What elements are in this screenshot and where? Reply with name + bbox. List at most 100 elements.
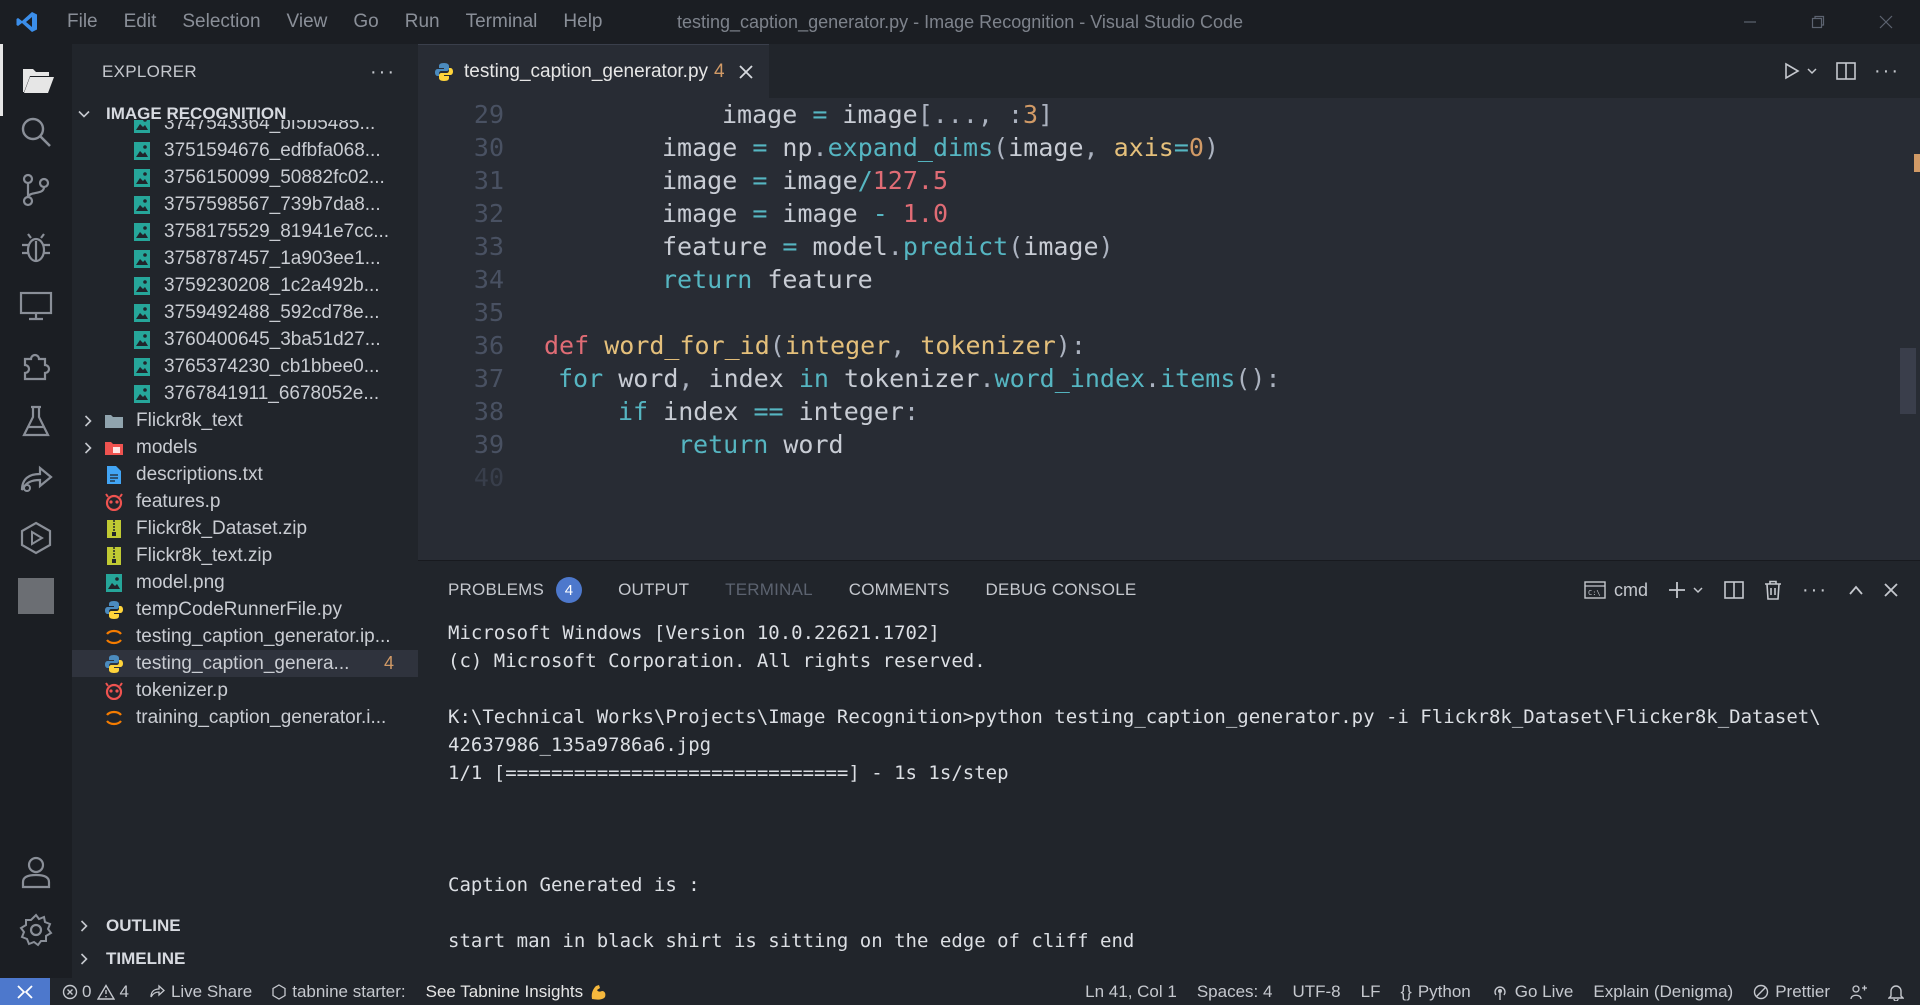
tab-problems[interactable]: PROBLEMS 4 xyxy=(448,577,583,603)
tab-testing-caption-generator[interactable]: testing_caption_generator.py 4 xyxy=(418,44,769,98)
file-item[interactable]: training_caption_generator.i... xyxy=(72,704,418,731)
minimize-button[interactable] xyxy=(1716,0,1784,44)
terminal-shell-selector[interactable]: C:\ cmd xyxy=(1584,580,1648,601)
image-icon xyxy=(132,120,152,134)
go-live-button[interactable]: Go Live xyxy=(1481,982,1584,1002)
file-name: tempCodeRunnerFile.py xyxy=(136,598,342,620)
end-of-line[interactable]: LF xyxy=(1351,982,1391,1002)
folder-item[interactable]: models xyxy=(72,434,418,461)
file-item[interactable]: 3759492488_592cd78e... xyxy=(72,299,418,326)
go-live-label: Go Live xyxy=(1514,981,1574,1001)
encoding[interactable]: UTF-8 xyxy=(1282,982,1350,1002)
status-bar: 0 4 Live Share tabnine starter: See Tabn… xyxy=(0,978,1920,1005)
settings-gear-icon[interactable] xyxy=(0,894,72,966)
image-icon xyxy=(132,222,152,242)
close-panel-icon[interactable] xyxy=(1884,583,1898,597)
braces-icon: {} xyxy=(1400,981,1412,1001)
explain-denigma[interactable]: Explain (Denigma) xyxy=(1583,982,1743,1002)
tabnine-status[interactable]: tabnine starter: xyxy=(262,982,415,1002)
extension-square-icon[interactable] xyxy=(0,560,72,632)
file-name: 3756150099_50882fc02... xyxy=(164,166,385,188)
text-file-icon xyxy=(104,465,124,485)
shell-name: cmd xyxy=(1614,579,1649,600)
file-name: testing_caption_genera... xyxy=(136,652,350,674)
activity-bar xyxy=(0,44,72,978)
chevron-right-icon xyxy=(80,953,88,965)
file-item[interactable]: testing_caption_genera... 4 xyxy=(72,650,418,677)
folder-item[interactable]: Flickr8k_text xyxy=(72,407,418,434)
maximize-panel-icon[interactable] xyxy=(1848,584,1864,596)
close-tab-icon[interactable] xyxy=(738,64,753,79)
file-item[interactable]: features.p xyxy=(72,488,418,515)
chevron-down-icon xyxy=(78,108,100,120)
prettier-status[interactable]: Prettier xyxy=(1743,982,1840,1002)
file-item[interactable]: 3757598567_739b7da8... xyxy=(72,191,418,218)
file-item[interactable]: tokenizer.p xyxy=(72,677,418,704)
file-item[interactable]: 3758787457_1a903ee1... xyxy=(72,245,418,272)
file-item[interactable]: 3756150099_50882fc02... xyxy=(72,164,418,191)
tab-terminal[interactable]: TERMINAL xyxy=(725,580,813,600)
kill-terminal-trash-icon[interactable] xyxy=(1764,580,1782,600)
editor-scrollbar[interactable] xyxy=(1900,348,1916,414)
close-window-button[interactable] xyxy=(1852,0,1920,44)
split-terminal-icon[interactable] xyxy=(1724,581,1744,599)
menu-view[interactable]: View xyxy=(274,11,341,33)
file-item[interactable]: 3751594676_edfbfa068... xyxy=(72,137,418,164)
menu-help[interactable]: Help xyxy=(550,11,615,33)
remote-indicator-icon[interactable] xyxy=(0,978,50,1005)
menu-file[interactable]: File xyxy=(54,11,111,33)
cursor-position[interactable]: Ln 41, Col 1 xyxy=(1075,982,1187,1002)
vscode-logo-icon xyxy=(0,0,54,44)
more-actions-icon[interactable]: ··· xyxy=(370,61,396,84)
outline-section-header[interactable]: OUTLINE xyxy=(72,912,418,940)
language-mode[interactable]: {} Python xyxy=(1390,982,1480,1002)
file-item[interactable]: tempCodeRunnerFile.py xyxy=(72,596,418,623)
live-share-status[interactable]: Live Share xyxy=(139,982,262,1002)
file-name: 3747543364_bf5b5485... xyxy=(164,120,376,134)
tab-comments-label: COMMENTS xyxy=(848,580,950,599)
code-editor[interactable]: 29 image = image[..., :3] 30 image = np.ex… xyxy=(418,98,1920,560)
file-item[interactable]: testing_caption_generator.ip... xyxy=(72,623,418,650)
timeline-section-header[interactable]: TIMELINE xyxy=(72,945,418,973)
explorer-header: EXPLORER ··· xyxy=(72,44,418,100)
restore-button[interactable] xyxy=(1784,0,1852,44)
tab-debug-console[interactable]: DEBUG CONSOLE xyxy=(986,580,1137,600)
accounts-status-icon[interactable] xyxy=(1840,984,1878,1000)
menu-terminal[interactable]: Terminal xyxy=(453,11,551,33)
run-file-icon[interactable] xyxy=(1784,62,1800,80)
panel-more-icon[interactable]: ··· xyxy=(1802,579,1828,602)
file-name: 3751594676_edfbfa068... xyxy=(164,139,381,161)
menu-go[interactable]: Go xyxy=(340,11,391,33)
file-item[interactable]: model.png xyxy=(72,569,418,596)
tab-problem-count: 4 xyxy=(714,60,725,82)
menu-edit[interactable]: Edit xyxy=(111,11,170,33)
terminal-dropdown-chevron-icon[interactable] xyxy=(1692,584,1704,596)
notifications-bell-icon[interactable] xyxy=(1878,983,1920,1001)
file-item[interactable]: 3758175529_81941e7cc... xyxy=(72,218,418,245)
file-item[interactable]: Flickr8k_text.zip xyxy=(72,542,418,569)
python-icon xyxy=(104,654,124,674)
editor-more-icon[interactable]: ··· xyxy=(1874,60,1900,83)
file-item[interactable]: 3767841911_6678052e... xyxy=(72,380,418,407)
problems-status[interactable]: 0 4 xyxy=(50,982,139,1002)
split-editor-icon[interactable] xyxy=(1836,62,1856,80)
file-item[interactable]: Flickr8k_Dataset.zip xyxy=(72,515,418,542)
tabnine-insights-link[interactable]: See Tabnine Insights xyxy=(416,982,618,1002)
indentation[interactable]: Spaces: 4 xyxy=(1187,982,1283,1002)
tab-output[interactable]: OUTPUT xyxy=(618,580,689,600)
file-item[interactable]: 3760400645_3ba51d27... xyxy=(72,326,418,353)
new-terminal-icon[interactable] xyxy=(1668,581,1686,599)
menu-selection[interactable]: Selection xyxy=(169,11,273,33)
menu-run[interactable]: Run xyxy=(392,11,453,33)
tab-comments[interactable]: COMMENTS xyxy=(849,580,950,600)
file-name: 3767841911_6678052e... xyxy=(164,382,380,404)
file-item[interactable]: descriptions.txt xyxy=(72,461,418,488)
image-icon xyxy=(132,195,152,215)
file-item[interactable]: 3747543364_bf5b5485... xyxy=(72,120,418,137)
terminal-output[interactable]: Microsoft Windows [Version 10.0.22621.17… xyxy=(448,619,1898,955)
file-item[interactable]: 3765374230_cb1bbee0... xyxy=(72,353,418,380)
folder-models-icon xyxy=(104,438,124,458)
language-label: Python xyxy=(1417,981,1471,1001)
file-item[interactable]: 3759230208_1c2a492b... xyxy=(72,272,418,299)
run-dropdown-chevron-icon[interactable] xyxy=(1806,65,1818,77)
